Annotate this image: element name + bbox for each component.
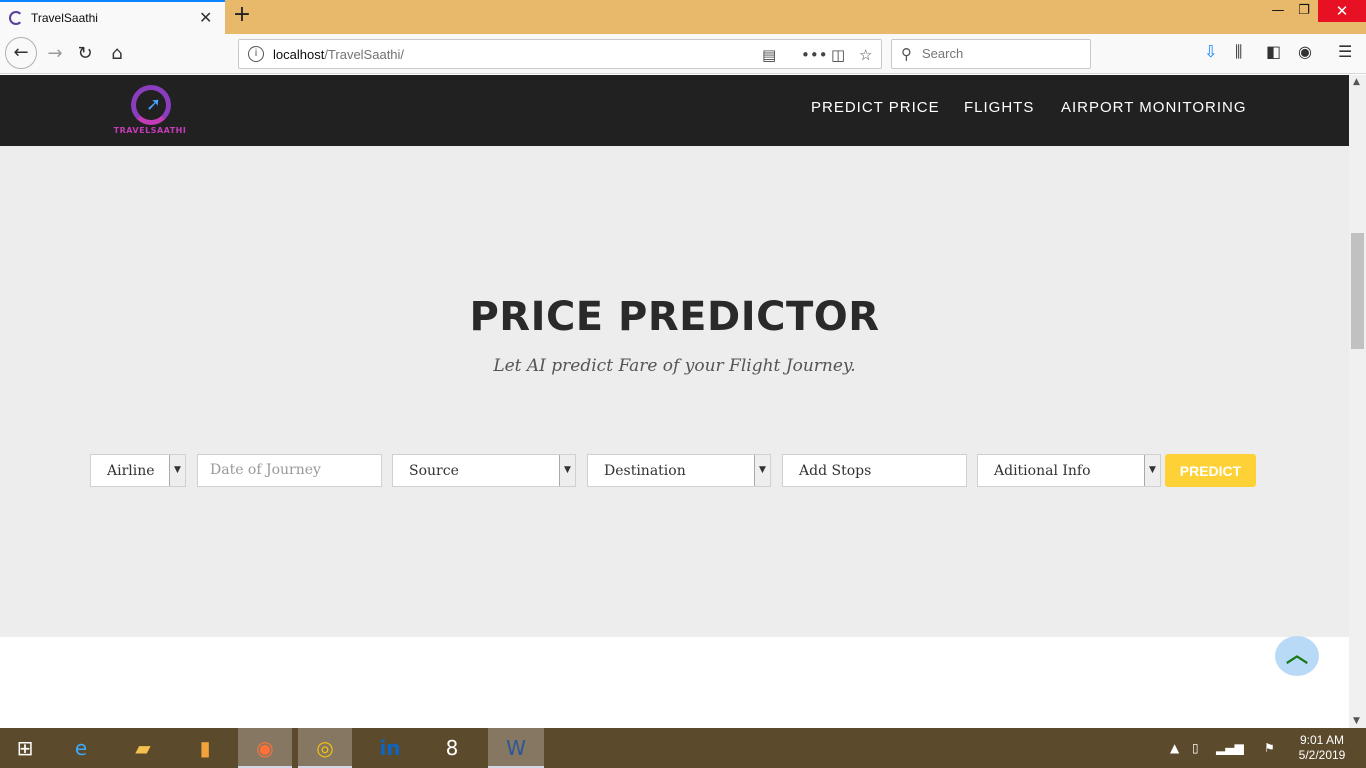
search-bar[interactable]: ⚲ bbox=[891, 39, 1091, 69]
menu-icon[interactable]: ☰ bbox=[1338, 42, 1352, 61]
scroll-to-top-button[interactable]: ︿ bbox=[1275, 636, 1319, 676]
browser-tab[interactable]: TravelSaathi ✕ bbox=[0, 0, 225, 34]
linkedin-icon[interactable]: in bbox=[368, 728, 412, 768]
nav-airport-monitoring[interactable]: AIRPORT MONITORING bbox=[1061, 99, 1247, 116]
page-title: PRICE PREDICTOR bbox=[469, 294, 880, 340]
scroll-up-icon[interactable]: ▲ bbox=[1353, 77, 1360, 87]
clock-time: 9:01 AM bbox=[1299, 733, 1345, 747]
date-of-journey-input[interactable] bbox=[210, 462, 370, 478]
back-button[interactable]: ← bbox=[5, 37, 37, 69]
system-clock[interactable]: 9:01 AM 5/2/2019 bbox=[1292, 733, 1352, 763]
file-explorer-icon[interactable]: ▰ bbox=[122, 728, 164, 768]
sidebar-icon[interactable]: ◧ bbox=[1266, 42, 1281, 61]
chevron-down-icon[interactable]: ▼ bbox=[169, 455, 185, 486]
downloads-icon[interactable]: ⇩ bbox=[1204, 42, 1217, 61]
source-select-value: Source bbox=[409, 463, 459, 479]
logo-text: TRAVELSAATHI bbox=[113, 126, 187, 135]
logo-arrow-icon: ➚ bbox=[146, 94, 162, 115]
scrollbar-thumb[interactable] bbox=[1351, 233, 1364, 349]
window-restore-button[interactable]: ❐ bbox=[1292, 0, 1316, 22]
os-taskbar: ⊞ e ▰ ▮ ◉ ◎ in 8 W ▲ ▯ ▂▄▆ 🔈︎ ⚑ 9:01 AM … bbox=[0, 728, 1366, 768]
url-host: localhost bbox=[273, 47, 325, 62]
forward-button[interactable]: → bbox=[40, 40, 70, 68]
clock-date: 5/2/2019 bbox=[1298, 748, 1346, 762]
browser-toolbar: ← → ↻ ⌂ i localhost/TravelSaathi/ ▤ ••• … bbox=[0, 34, 1366, 74]
windows-start-icon[interactable]: ⊞ bbox=[0, 728, 50, 768]
airline-select[interactable]: Airline ▼ bbox=[90, 454, 186, 487]
internet-explorer-icon[interactable]: e bbox=[60, 728, 102, 768]
date-of-journey-field[interactable] bbox=[197, 454, 382, 487]
search-input[interactable] bbox=[922, 46, 1082, 61]
reload-button[interactable]: ↻ bbox=[70, 40, 100, 68]
page-actions-icon[interactable]: ••• bbox=[801, 46, 828, 64]
hero-section: PRICE PREDICTOR Let AI predict Fare of y… bbox=[0, 146, 1349, 637]
destination-select[interactable]: Destination ▼ bbox=[587, 454, 771, 487]
tab-title: TravelSaathi bbox=[31, 11, 98, 25]
chevron-down-icon[interactable]: ▼ bbox=[559, 455, 575, 486]
chevron-down-icon[interactable]: ▼ bbox=[754, 455, 770, 486]
address-bar[interactable]: i localhost/TravelSaathi/ ▤ ••• ◫ ☆ bbox=[238, 39, 882, 69]
volume-icon[interactable]: 🔈︎ bbox=[1240, 728, 1247, 768]
predict-button[interactable]: PREDICT bbox=[1165, 454, 1256, 487]
firefox-taskbar-icon[interactable]: ◉ bbox=[238, 728, 292, 768]
notification-flag-icon[interactable]: ⚑ bbox=[1264, 728, 1275, 768]
add-stops-label: Add Stops bbox=[799, 463, 872, 479]
destination-select-value: Destination bbox=[604, 463, 686, 479]
browser-tab-strip: TravelSaathi ✕ + — ❐ ✕ bbox=[0, 0, 1366, 34]
nav-flights[interactable]: FLIGHTS bbox=[964, 99, 1034, 116]
account-icon[interactable]: ◉ bbox=[1298, 42, 1312, 61]
word-taskbar-icon[interactable]: W bbox=[488, 728, 544, 768]
window-close-button[interactable]: ✕ bbox=[1318, 0, 1366, 22]
nav-predict-price[interactable]: PREDICT PRICE bbox=[811, 99, 940, 116]
site-logo[interactable]: ➚ TRAVELSAATHI bbox=[108, 82, 192, 138]
app-eight-icon[interactable]: 8 bbox=[430, 728, 474, 768]
source-select[interactable]: Source ▼ bbox=[392, 454, 576, 487]
tray-device-icon[interactable]: ▯ bbox=[1192, 728, 1199, 768]
new-tab-button[interactable]: + bbox=[230, 3, 254, 29]
url-text[interactable]: localhost/TravelSaathi/ bbox=[273, 47, 404, 62]
site-favicon-icon bbox=[9, 11, 23, 25]
airline-select-value: Airline bbox=[107, 463, 155, 479]
scroll-down-icon[interactable]: ▼ bbox=[1353, 716, 1360, 726]
notes-app-icon[interactable]: ▮ bbox=[184, 728, 226, 768]
page-subtitle: Let AI predict Fare of your Flight Journ… bbox=[493, 356, 856, 376]
reader-view-icon[interactable]: ▤ bbox=[762, 46, 776, 64]
tray-expand-icon[interactable]: ▲ bbox=[1170, 728, 1179, 768]
search-icon: ⚲ bbox=[901, 45, 912, 63]
site-navbar: ➚ TRAVELSAATHI PREDICT PRICE FLIGHTS AIR… bbox=[0, 75, 1349, 146]
library-icon[interactable]: ⫼ bbox=[1235, 42, 1242, 62]
home-button[interactable]: ⌂ bbox=[102, 40, 132, 68]
additional-info-select[interactable]: Aditional Info ▼ bbox=[977, 454, 1161, 487]
tab-close-icon[interactable]: ✕ bbox=[199, 8, 212, 27]
pocket-icon[interactable]: ◫ bbox=[831, 46, 845, 64]
chevron-down-icon[interactable]: ▼ bbox=[1144, 455, 1160, 486]
page-scrollbar[interactable]: ▲ ▼ bbox=[1349, 75, 1366, 728]
add-stops-field[interactable]: Add Stops bbox=[782, 454, 967, 487]
window-minimize-button[interactable]: — bbox=[1266, 0, 1290, 22]
additional-info-select-value: Aditional Info bbox=[994, 463, 1091, 479]
url-path: /TravelSaathi/ bbox=[324, 47, 405, 62]
web-page: ➚ TRAVELSAATHI PREDICT PRICE FLIGHTS AIR… bbox=[0, 75, 1349, 728]
chrome-taskbar-icon[interactable]: ◎ bbox=[298, 728, 352, 768]
bookmark-star-icon[interactable]: ☆ bbox=[859, 46, 872, 64]
site-info-icon[interactable]: i bbox=[248, 46, 264, 62]
